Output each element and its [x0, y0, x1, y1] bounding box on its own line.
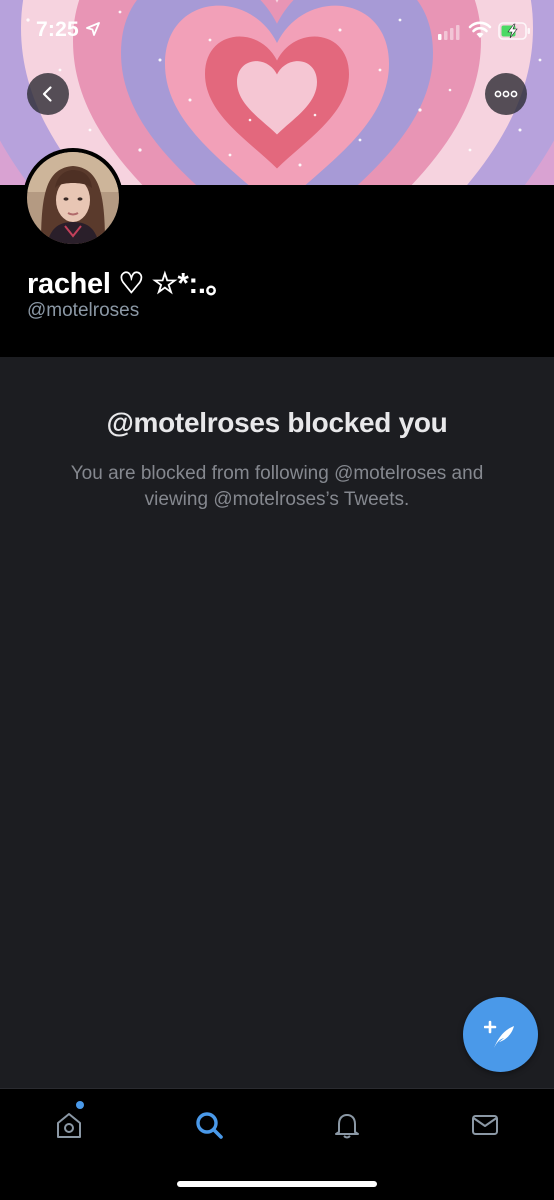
- blocked-description: You are blocked from following @motelros…: [70, 463, 484, 510]
- bell-icon: [335, 1114, 359, 1139]
- cellular-signal-icon: [438, 25, 460, 40]
- back-button[interactable]: [27, 73, 69, 115]
- profile-handle: @motelroses: [27, 300, 140, 321]
- blocked-message-panel: @motelroses blocked you You are blocked …: [0, 357, 554, 1088]
- mail-icon: [472, 1115, 498, 1135]
- compose-tweet-icon: [483, 1020, 514, 1048]
- home-icon: [57, 1113, 81, 1138]
- avatar[interactable]: [23, 148, 123, 248]
- wifi-icon: [468, 21, 492, 38]
- battery-charging-icon: [498, 22, 530, 40]
- compose-tweet-button[interactable]: [463, 997, 538, 1072]
- more-options-button[interactable]: [485, 73, 527, 115]
- status-bar: 7:25: [0, 0, 554, 66]
- search-icon: [196, 1112, 223, 1139]
- tab-messages[interactable]: [465, 1105, 505, 1145]
- avatar-image: [27, 152, 119, 244]
- display-name: rachel ♡ ☆*:.｡: [27, 268, 220, 300]
- tab-notifications[interactable]: [327, 1105, 367, 1145]
- home-indicator-bar: [177, 1181, 377, 1187]
- tab-search[interactable]: [189, 1105, 229, 1145]
- chevron-left-icon: [42, 86, 52, 102]
- home-new-indicator-dot: [76, 1101, 84, 1109]
- location-arrow-icon: [86, 22, 100, 36]
- more-dots-icon: [494, 90, 518, 98]
- status-time: 7:25: [36, 18, 79, 41]
- tab-home[interactable]: [49, 1105, 89, 1145]
- blocked-title: @motelroses blocked you: [106, 407, 448, 438]
